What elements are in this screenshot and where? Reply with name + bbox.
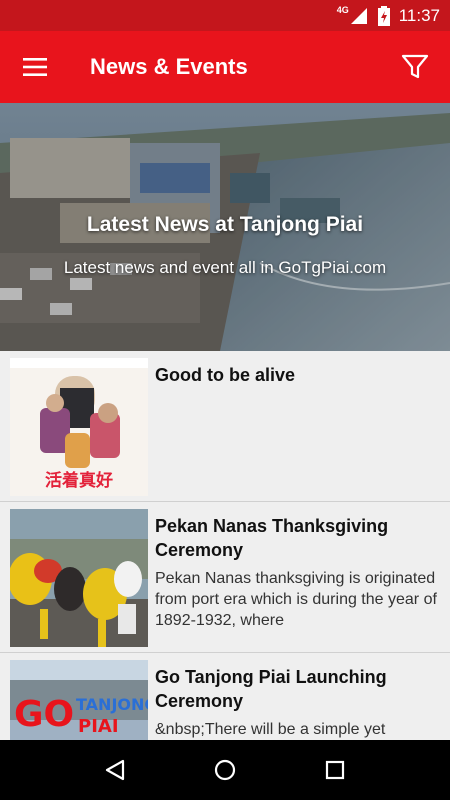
back-triangle-icon: [105, 759, 125, 781]
home-circle-icon: [214, 759, 236, 781]
filter-button[interactable]: [380, 31, 450, 103]
back-button[interactable]: [90, 745, 140, 795]
app-bar: News & Events: [0, 31, 450, 103]
news-thumbnail: [10, 509, 148, 647]
hamburger-menu-icon: [23, 58, 47, 76]
recents-square-icon: [325, 760, 345, 780]
recents-button[interactable]: [310, 745, 360, 795]
news-thumbnail: 活着真好: [10, 358, 148, 496]
news-title: Go Tanjong Piai Launching Ceremony: [155, 667, 387, 711]
system-nav-bar: [0, 740, 450, 800]
news-item[interactable]: 活着真好 Good to be alive: [0, 351, 450, 502]
tanjong-text: TANJONG: [76, 695, 148, 714]
news-list: 活着真好 Good to be alive Pekan Nanas Thanks…: [0, 351, 450, 740]
news-title: Good to be alive: [155, 365, 296, 385]
hero-banner[interactable]: Latest News at Tanjong Piai Latest news …: [0, 103, 450, 351]
signal-icon: [350, 7, 367, 24]
news-title: Pekan Nanas Thanksgiving Ceremony: [155, 516, 389, 560]
news-item[interactable]: Pekan Nanas Thanksgiving Ceremony Pekan …: [0, 502, 450, 653]
clock: 11:37: [398, 5, 440, 25]
piai-text: PIAI: [78, 716, 119, 737]
news-description: Pekan Nanas thanksgiving is originated f…: [155, 570, 437, 629]
news-description: &nbsp;There will be a simple yet: [155, 721, 386, 738]
home-button[interactable]: [200, 745, 250, 795]
banner-title: Latest News at Tanjong Piai: [86, 213, 364, 236]
news-thumbnail: GO TANJONG PIAI: [10, 660, 148, 740]
news-item[interactable]: GO TANJONG PIAI Go Tanjong Piai Launchin…: [0, 653, 450, 740]
go-text: GO: [14, 694, 74, 735]
network-type: 4G: [336, 4, 349, 15]
page-title: News & Events: [90, 54, 248, 79]
menu-button[interactable]: [0, 31, 70, 103]
poster-text: 活着真好: [45, 470, 113, 491]
banner-subtitle: Latest news and event all in GoTgPiai.co…: [63, 258, 387, 277]
filter-funnel-icon: [401, 54, 429, 79]
status-bar: 4G 11:37: [0, 0, 450, 31]
battery-icon: [377, 5, 390, 26]
